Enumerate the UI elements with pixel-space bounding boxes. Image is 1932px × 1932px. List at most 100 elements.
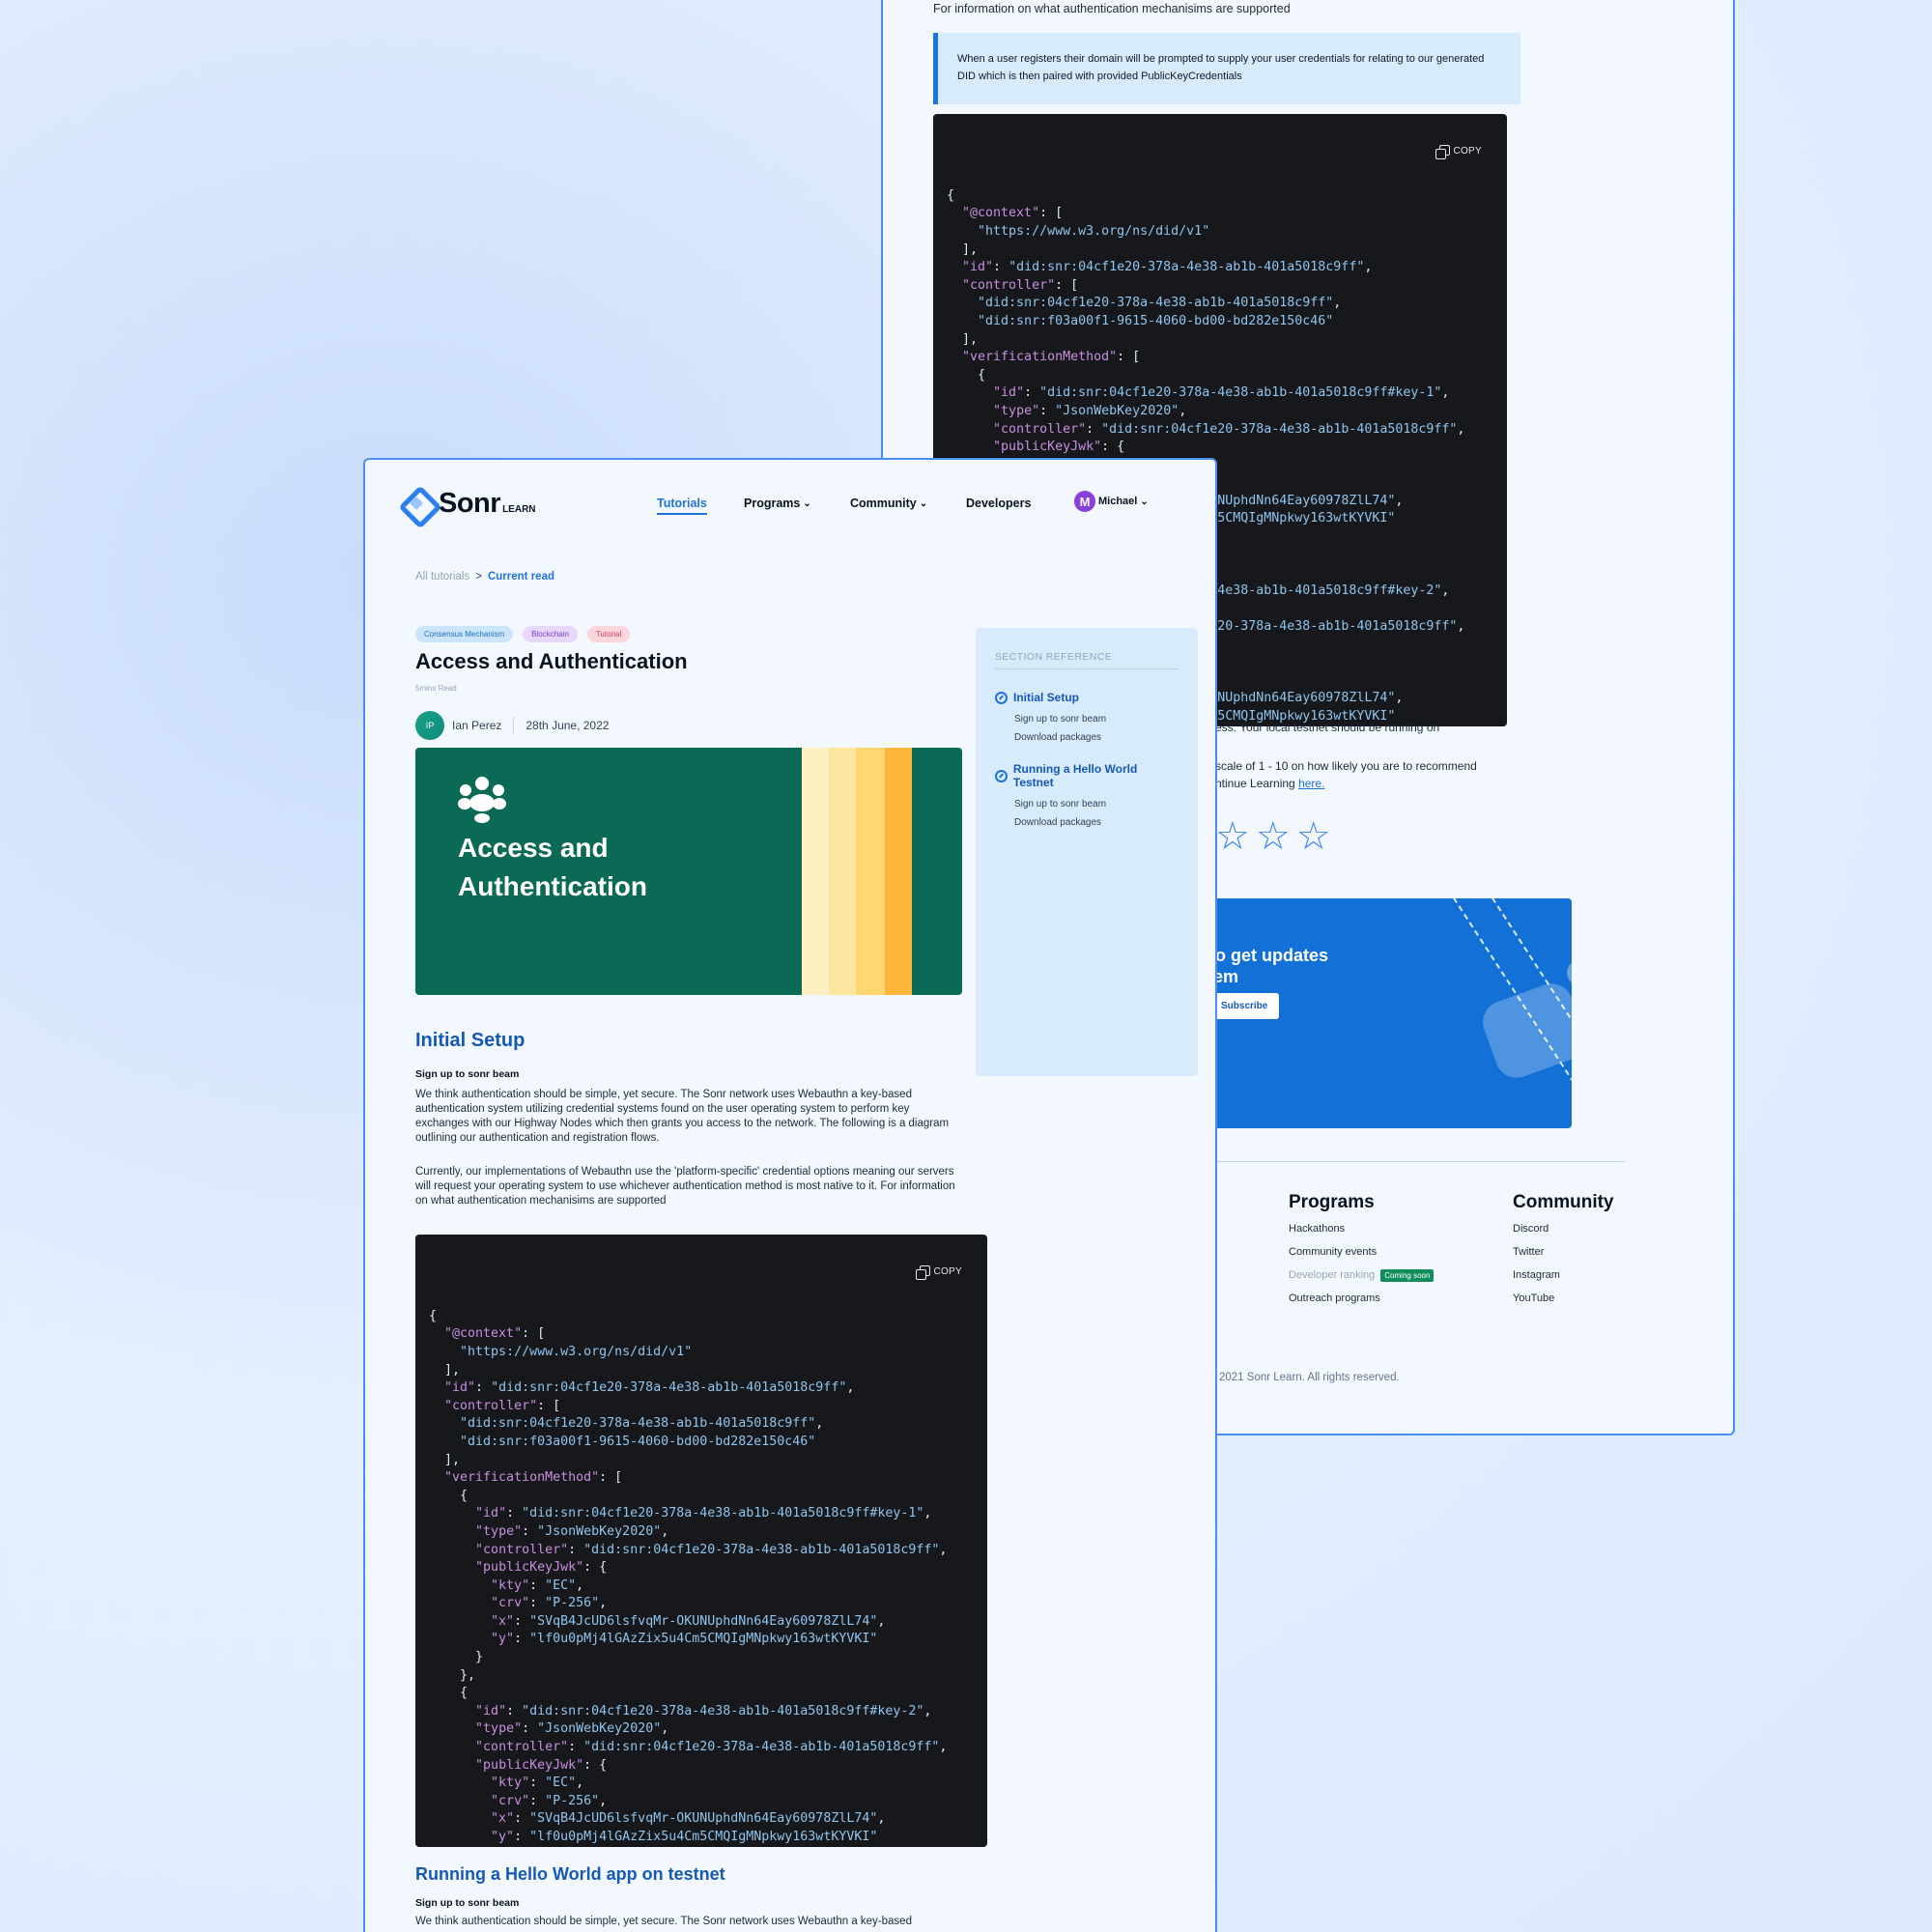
footer-link[interactable]: Community events: [1289, 1246, 1434, 1258]
intro-text: For information on what authentication m…: [933, 2, 1291, 15]
code-line: "controller": "did:snr:04cf1e20-378a-4e3…: [993, 421, 1465, 437]
code-line: ],: [429, 1452, 461, 1467]
code-line: {: [429, 1686, 469, 1701]
footer-link[interactable]: YouTube: [1513, 1293, 1614, 1304]
sonr-logo-icon: [400, 487, 433, 520]
footer-link[interactable]: Discord: [1513, 1223, 1614, 1235]
footer-link[interactable]: Outreach programs: [1289, 1293, 1434, 1304]
footer-link-label: Developer ranking: [1289, 1269, 1376, 1281]
footer-link[interactable]: Hackathons: [1289, 1223, 1434, 1235]
link-icon: [995, 691, 1008, 704]
footer-programs-title: Programs: [1289, 1192, 1375, 1212]
code-line: "type": "JsonWebKey2020",: [475, 1721, 669, 1737]
section-link-initial-setup[interactable]: Initial Setup: [995, 691, 1179, 704]
code-line: "id": "did:snr:04cf1e20-378a-4e38-ab1b-4…: [475, 1506, 932, 1521]
newsletter-banner: r to get updates stem Subscribe: [1211, 898, 1572, 1128]
logo-text: Sonr: [439, 487, 501, 519]
footer-programs: Programs Hackathons Community events Dev…: [1289, 1192, 1435, 1316]
code-line: ],: [947, 331, 979, 347]
tag[interactable]: Consensus Mechanism: [415, 626, 514, 642]
footer-community: Community Discord Twitter Instagram YouT…: [1513, 1192, 1614, 1316]
nav-programs[interactable]: Programs ⌄: [744, 497, 811, 510]
section-link-label: Running a Hello World Testnet: [1012, 762, 1138, 789]
copy-button[interactable]: COPY: [1435, 143, 1482, 161]
code-line: "publicKeyJwk": {: [475, 1757, 608, 1773]
copyright: 2021 Sonr Learn. All rights reserved.: [1219, 1372, 1400, 1383]
newsletter-title: r to get updates stem: [1211, 945, 1410, 987]
copy-label: COPY: [1453, 146, 1482, 156]
code-line: "@context": [: [962, 206, 1064, 221]
code-line: "controller": [: [962, 277, 1079, 293]
code-line: "https://www.w3.org/ns/did/v1": [978, 223, 1210, 239]
footer-link[interactable]: Twitter: [1513, 1246, 1614, 1258]
page-title: Access and Authentication: [415, 649, 688, 673]
code-line: "https://www.w3.org/ns/did/v1": [460, 1344, 693, 1359]
footer-link[interactable]: Instagram: [1513, 1269, 1614, 1281]
code-line: "type": "JsonWebKey2020",: [475, 1523, 669, 1539]
code-line: "verificationMethod": [: [444, 1470, 623, 1486]
code-line: "verificationMethod": [: [962, 350, 1141, 365]
code-line: "did:snr:f03a00f1-9615-4060-bd00-bd282e1…: [978, 313, 1334, 328]
hero-stripe: [885, 748, 912, 995]
nav-community-label: Community: [850, 497, 917, 510]
code-line: "x": "SVqB4JcUD6lsfvqMr-OKUNUphdNn64Eay6…: [491, 1613, 886, 1629]
star-icon[interactable]: ☆: [1256, 817, 1291, 856]
code-line: "controller": "did:snr:04cf1e20-378a-4e3…: [475, 1740, 948, 1755]
hero-stripe: [856, 748, 885, 995]
testnet-text: ess. Your local testnet should be runnin…: [1215, 721, 1440, 734]
subsection-link[interactable]: Download packages: [1014, 732, 1179, 743]
recommend-link[interactable]: here.: [1298, 777, 1324, 790]
logo-sub: LEARN: [502, 503, 536, 515]
breadcrumb-separator: >: [475, 571, 482, 582]
nav-community[interactable]: Community ⌄: [850, 497, 927, 510]
nav-developers[interactable]: Developers: [966, 497, 1031, 510]
code-line: "did:snr:f03a00f1-9615-4060-bd00-bd282e1…: [460, 1434, 816, 1449]
subsection-link[interactable]: Download packages: [1014, 817, 1179, 828]
star-icon[interactable]: ☆: [1296, 817, 1331, 856]
code-line: "id": "did:snr:04cf1e20-378a-4e38-ab1b-4…: [444, 1380, 855, 1396]
envelope-icon: [1476, 978, 1572, 1084]
code-line: "y": "lf0u0pMj4lGAzZix5u4Cm5CMQIgMNpkwy1…: [491, 1632, 878, 1647]
chevron-down-icon: ⌄: [1140, 496, 1149, 507]
publish-date: 28th June, 2022: [526, 719, 610, 732]
code-line: },: [429, 1667, 476, 1683]
newsletter-title-line2: stem: [1211, 967, 1239, 986]
subsection-link[interactable]: Sign up to sonr beam: [1014, 799, 1179, 810]
section-group: Initial Setup Sign up to sonr beam Downl…: [995, 691, 1179, 743]
code-line: {: [429, 1488, 469, 1503]
hero-stripe: [829, 748, 856, 995]
hero-image: Access and Authentication: [415, 748, 962, 995]
tutorial-page-front: Sonr LEARN Tutorials Programs ⌄ Communit…: [363, 458, 1217, 1932]
subsection-link[interactable]: Sign up to sonr beam: [1014, 714, 1179, 724]
star-icon[interactable]: ☆: [1215, 817, 1250, 856]
section-title: Running a Hello World app on testnet: [415, 1864, 725, 1884]
user-menu[interactable]: M Michael ⌄: [1074, 491, 1149, 512]
hero-stripe: [802, 748, 829, 995]
section-link-hello-world[interactable]: Running a Hello World Testnet: [995, 762, 1179, 789]
subscribe-button[interactable]: Subscribe: [1211, 993, 1280, 1019]
people-icon: [458, 777, 506, 825]
tag[interactable]: Tutorial: [586, 626, 631, 642]
nav-tutorials[interactable]: Tutorials: [657, 497, 707, 515]
copy-button[interactable]: COPY: [916, 1264, 962, 1282]
footer-link-disabled: Developer ranking Coming soon: [1289, 1268, 1435, 1282]
recommend-text-2: ntinue Learning here.: [1215, 777, 1324, 790]
newsletter-title-line1: r to get updates: [1211, 946, 1329, 965]
nav-programs-label: Programs: [744, 497, 801, 510]
rating-stars[interactable]: ☆ ☆ ☆: [1215, 817, 1331, 856]
code-line: "crv": "P-256",: [491, 1793, 608, 1808]
code-line: "publicKeyJwk": {: [475, 1560, 608, 1576]
hero-title-line1: Access and: [458, 833, 609, 863]
code-line: "type": "JsonWebKey2020",: [993, 403, 1187, 418]
footer-divider: [1211, 1161, 1625, 1162]
code-line: "crv": "P-256",: [491, 1596, 608, 1611]
sonr-logo[interactable]: Sonr LEARN: [400, 487, 536, 520]
tag-list: Consensus Mechanism Blockchain Tutorial: [415, 626, 631, 642]
hero-title: Access and Authentication: [458, 829, 647, 906]
tag[interactable]: Blockchain: [523, 626, 578, 642]
paragraph: We think authentication should be simple…: [415, 1916, 912, 1927]
copy-label: COPY: [933, 1266, 962, 1277]
avatar: IP: [415, 711, 444, 740]
copy-icon: [916, 1265, 931, 1281]
breadcrumb-all[interactable]: All tutorials: [415, 571, 469, 582]
